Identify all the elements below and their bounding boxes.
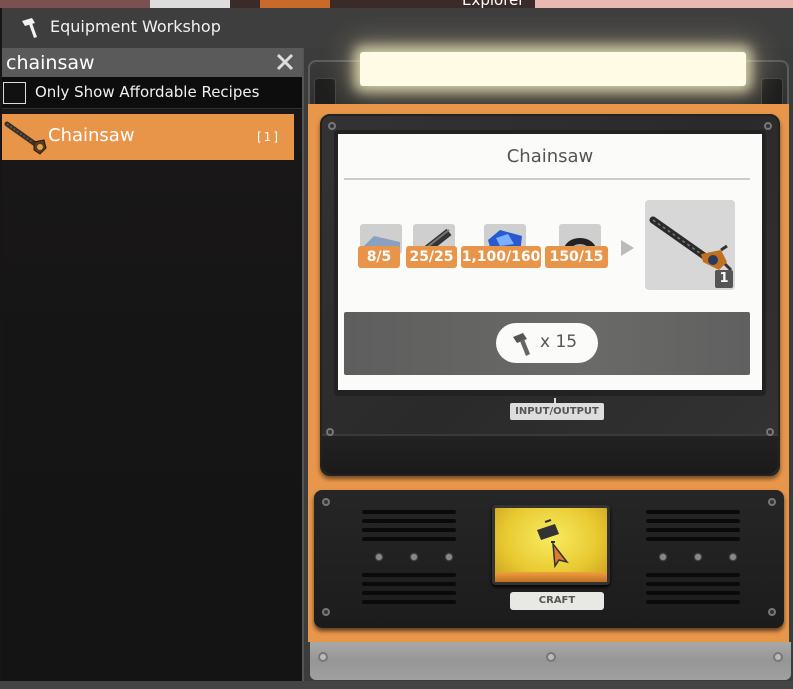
craft-panel: CRAFT: [308, 482, 789, 642]
input-output-label: INPUT/OUTPUT: [510, 403, 604, 420]
indicator-dot: [376, 554, 382, 560]
recipe-detail-title: Chainsaw: [506, 146, 594, 167]
title-divider: [344, 178, 750, 180]
screw-icon: [764, 122, 772, 130]
crafting-machine: Chainsaw 8/5 25/25 1,100/160 150/15 1 x …: [308, 48, 793, 689]
screw-icon: [766, 428, 774, 436]
ingredient-count: 8/5: [358, 246, 400, 268]
craft-button[interactable]: [492, 505, 610, 585]
hammer-icon: [513, 333, 530, 356]
vent-slot: [646, 600, 740, 604]
vent-slot: [646, 537, 740, 541]
vent-slot: [362, 519, 456, 523]
recipe-name: Chainsaw: [48, 125, 135, 146]
screw-icon: [326, 428, 334, 436]
lamp-light: [360, 52, 746, 86]
ingredient-count: 25/25: [406, 246, 457, 268]
screen-bezel: Chainsaw 8/5 25/25 1,100/160 150/15 1 x …: [334, 130, 766, 396]
cost-bar: x 15: [344, 312, 750, 375]
bottom-bar: [0, 681, 793, 689]
screw-icon: [328, 122, 336, 130]
titlebar: Equipment Workshop: [2, 8, 793, 48]
vent-slot: [362, 510, 456, 514]
craft-button-glow: [495, 572, 607, 582]
search-bar: [2, 48, 302, 77]
indicator-dot: [730, 554, 736, 560]
machine-top: [308, 52, 789, 114]
vent-slot: [646, 573, 740, 577]
screen-frame: Chainsaw 8/5 25/25 1,100/160 150/15 1 x …: [320, 114, 780, 476]
arrow-right-icon: [621, 240, 634, 256]
indicator-dot: [660, 554, 666, 560]
vent-slot: [646, 582, 740, 586]
output-slot[interactable]: 1: [645, 200, 735, 290]
screw-icon: [318, 652, 328, 662]
recipe-panel: Only Show Affordable Recipes Chainsaw [1…: [2, 48, 302, 689]
craft-plate: CRAFT: [314, 490, 784, 628]
craft-cost: x 15: [496, 323, 598, 363]
machine-body: Chainsaw 8/5 25/25 1,100/160 150/15 1 x …: [308, 104, 789, 482]
ingredient-count: 150/15: [545, 246, 608, 268]
equipment-workshop-window: Equipment Workshop Only Show Affordable …: [2, 8, 793, 689]
screw-icon: [322, 608, 330, 616]
hammer-cursor-icon: [537, 519, 569, 568]
indicator-dot: [695, 554, 701, 560]
recipe-count: [1]: [257, 130, 280, 144]
indicator-dot: [411, 554, 417, 560]
output-quantity: 1: [715, 270, 733, 288]
screw-icon: [773, 652, 783, 662]
vent-slot: [362, 591, 456, 595]
machine-base: [310, 642, 791, 680]
background-strip: [0, 0, 793, 8]
indicator-dot: [446, 554, 452, 560]
search-input[interactable]: [6, 48, 266, 77]
screw-icon: [546, 652, 556, 662]
vent-slot: [646, 528, 740, 532]
close-icon[interactable]: [274, 51, 296, 73]
affordable-filter: Only Show Affordable Recipes: [2, 77, 302, 109]
frame-bottom: [322, 434, 778, 474]
recipe-detail-screen: Chainsaw 8/5 25/25 1,100/160 150/15 1 x …: [338, 134, 762, 390]
hammer-icon: [22, 18, 37, 38]
vent-slot: [646, 591, 740, 595]
screw-icon: [768, 608, 776, 616]
recipe-item-chainsaw[interactable]: Chainsaw [1]: [2, 114, 294, 160]
vent-slot: [362, 600, 456, 604]
ingredient-count: 1,100/160: [461, 246, 541, 268]
affordable-checkbox[interactable]: [3, 82, 26, 104]
craft-label: CRAFT: [510, 592, 604, 610]
screw-icon: [768, 498, 776, 506]
recipe-list[interactable]: Chainsaw [1]: [2, 110, 302, 689]
vent-slot: [362, 582, 456, 586]
vent-slot: [362, 528, 456, 532]
chainsaw-icon: [4, 121, 47, 155]
craft-cost-text: x 15: [540, 332, 578, 352]
vent-slot: [362, 537, 456, 541]
vent-slot: [646, 510, 740, 514]
affordable-filter-label: Only Show Affordable Recipes: [35, 83, 260, 101]
vent-slot: [646, 519, 740, 523]
screw-icon: [322, 498, 330, 506]
panel-divider: [302, 48, 304, 689]
vent-slot: [362, 573, 456, 577]
window-title: Equipment Workshop: [50, 17, 221, 36]
